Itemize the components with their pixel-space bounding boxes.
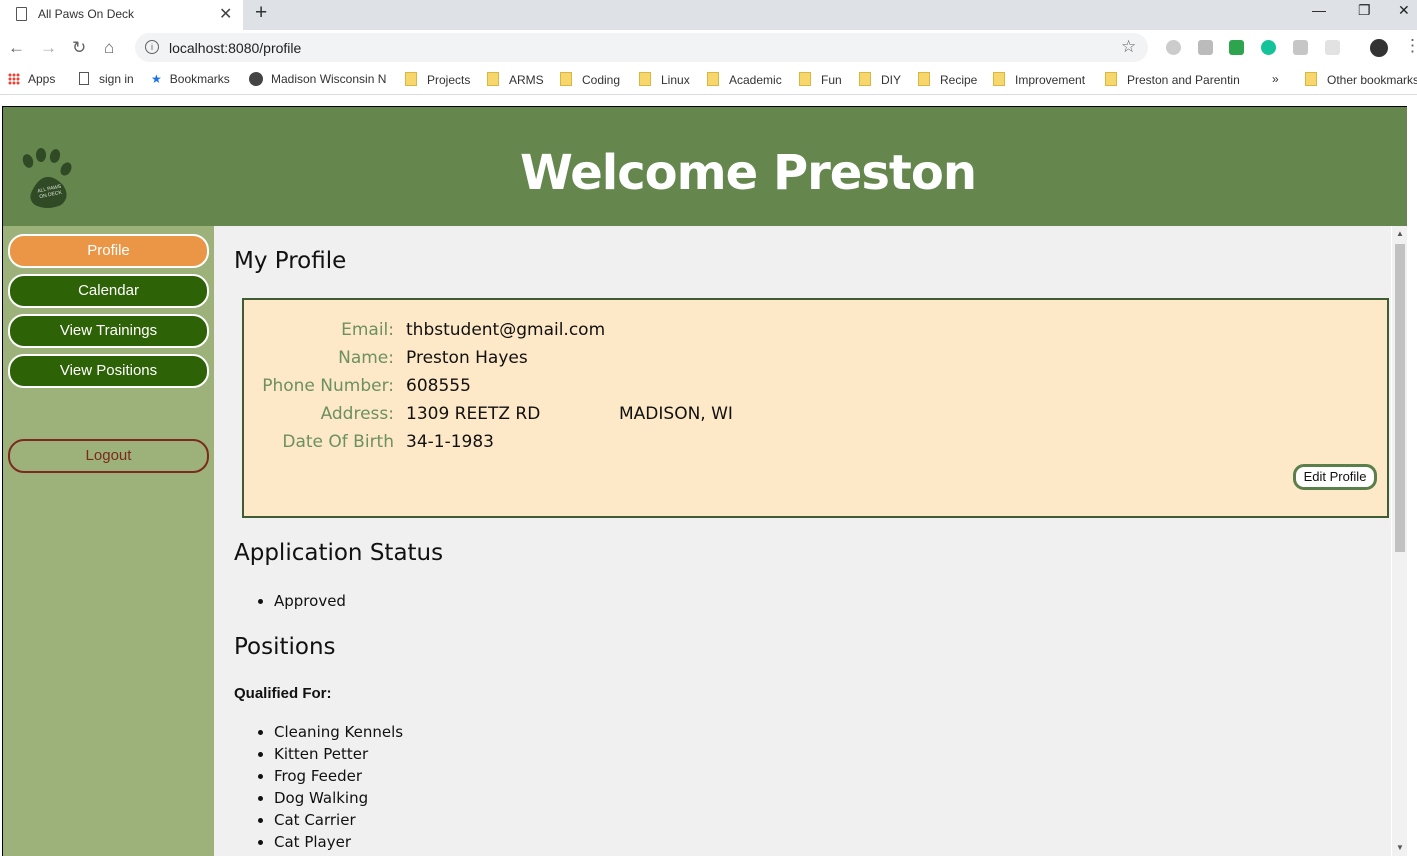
- browser-toolbar: ← → ↻ ⌂ i localhost:8080/profile ☆ ⋮: [0, 30, 1417, 66]
- nav-view-trainings-button[interactable]: View Trainings: [8, 314, 209, 348]
- paw-logo-icon: [22, 148, 72, 208]
- forward-icon[interactable]: →: [40, 38, 57, 58]
- positions-list: Cleaning Kennels Kitten Petter Frog Feed…: [254, 721, 403, 853]
- address-label: Address:: [320, 404, 394, 424]
- folder-icon: [1305, 72, 1317, 86]
- nav-calendar-button[interactable]: Calendar: [8, 274, 209, 308]
- browser-tab[interactable]: All Paws On Deck ✕: [0, 0, 243, 30]
- page-scrollbar[interactable]: ▲ ▼: [1392, 226, 1407, 856]
- bookmark-folder-improvement[interactable]: Improvement: [993, 72, 1085, 87]
- phone-label: Phone Number:: [262, 376, 394, 396]
- application-status-heading: Application Status: [234, 540, 444, 566]
- scroll-up-icon[interactable]: ▲: [1396, 229, 1404, 238]
- qualified-for-label: Qualified For:: [234, 685, 332, 702]
- extension-icon[interactable]: [1198, 40, 1213, 55]
- folder-icon: [487, 72, 499, 86]
- bookmark-folder-diy[interactable]: DIY: [859, 72, 901, 87]
- close-window-icon[interactable]: ✕: [1398, 2, 1410, 19]
- list-item: Kitten Petter: [274, 743, 403, 765]
- restore-icon[interactable]: ❐: [1358, 2, 1371, 19]
- folder-icon: [639, 72, 651, 86]
- list-item: Dog Walking: [274, 787, 403, 809]
- profile-card: Email: thbstudent@gmail.com Name: Presto…: [242, 298, 1389, 518]
- folder-icon: [560, 72, 572, 86]
- back-icon[interactable]: ←: [8, 38, 25, 58]
- reload-icon[interactable]: ↻: [72, 38, 86, 58]
- name-label: Name:: [338, 348, 394, 368]
- extension-icon[interactable]: [1166, 40, 1181, 55]
- address-bar[interactable]: i localhost:8080/profile ☆: [135, 33, 1148, 62]
- profile-avatar[interactable]: [1370, 39, 1388, 57]
- bookmark-folder-coding[interactable]: Coding: [560, 72, 620, 87]
- bookmark-other[interactable]: Other bookmarks: [1305, 72, 1417, 87]
- logout-button[interactable]: Logout: [8, 439, 209, 473]
- star-icon: ★: [151, 72, 162, 86]
- folder-icon: [859, 72, 871, 86]
- tab-title: All Paws On Deck: [38, 7, 135, 21]
- bookmark-folder-recipe[interactable]: Recipe: [918, 72, 977, 87]
- site-info-icon[interactable]: i: [145, 40, 159, 54]
- list-item: Cat Player: [274, 831, 403, 853]
- list-item: Cleaning Kennels: [274, 721, 403, 743]
- welcome-title: Welcome Preston: [519, 145, 977, 201]
- nav-profile-button[interactable]: Profile: [8, 234, 209, 268]
- bookmark-madison[interactable]: Madison Wisconsin N: [249, 72, 386, 86]
- apps-icon: [8, 73, 20, 85]
- bookmark-folder-preston[interactable]: Preston and Parentin: [1105, 72, 1240, 87]
- browser-tabstrip: All Paws On Deck ✕ + — ❐ ✕: [0, 0, 1417, 30]
- my-profile-heading: My Profile: [234, 248, 347, 274]
- main-content: My Profile Email: thbstudent@gmail.com N…: [214, 226, 1391, 856]
- email-value: thbstudent@gmail.com: [406, 320, 606, 340]
- page-icon: [16, 7, 27, 21]
- list-item: Frog Feeder: [274, 765, 403, 787]
- bookmark-apps[interactable]: Apps: [8, 72, 55, 86]
- new-tab-button[interactable]: +: [255, 1, 267, 25]
- extension-icon[interactable]: [1229, 40, 1244, 55]
- dob-value: 34-1-1983: [406, 432, 494, 452]
- bookmark-star-icon[interactable]: ☆: [1121, 37, 1136, 57]
- web-page: ALL PAWS ON DECK Welcome Preston Profile…: [2, 106, 1407, 856]
- bookmark-folder-projects[interactable]: Projects: [405, 72, 470, 87]
- edit-profile-button[interactable]: Edit Profile: [1293, 464, 1377, 490]
- phone-value: 608555: [406, 376, 471, 396]
- application-status-list: Approved: [254, 590, 346, 612]
- bookmark-folder-arms[interactable]: ARMS: [487, 72, 544, 87]
- bookmark-folder-fun[interactable]: Fun: [799, 72, 842, 87]
- name-value: Preston Hayes: [406, 348, 528, 368]
- address-street: 1309 REETZ RD: [406, 404, 541, 424]
- menu-icon[interactable]: ⋮: [1404, 36, 1417, 56]
- url-text: localhost:8080/profile: [169, 40, 302, 56]
- scroll-down-icon[interactable]: ▼: [1396, 843, 1404, 852]
- bookmarks-overflow-icon[interactable]: »: [1272, 72, 1279, 86]
- bookmark-bookmarks[interactable]: ★ Bookmarks: [151, 72, 230, 86]
- list-item: Approved: [274, 590, 346, 612]
- list-item: Cat Carrier: [274, 809, 403, 831]
- folder-icon: [799, 72, 811, 86]
- bookmark-folder-academic[interactable]: Academic: [707, 72, 782, 87]
- scroll-thumb[interactable]: [1395, 244, 1405, 552]
- extension-icon[interactable]: [1293, 40, 1308, 55]
- folder-icon: [1105, 72, 1117, 86]
- folder-icon: [707, 72, 719, 86]
- sidebar-nav: Profile Calendar View Trainings View Pos…: [3, 226, 214, 856]
- bookmark-sign-in[interactable]: sign in: [79, 72, 134, 86]
- positions-heading: Positions: [234, 634, 336, 660]
- page-header: ALL PAWS ON DECK Welcome Preston: [3, 107, 1407, 226]
- extension-icon[interactable]: [1325, 40, 1340, 55]
- bookmark-folder-linux[interactable]: Linux: [639, 72, 690, 87]
- minimize-icon[interactable]: —: [1312, 2, 1326, 18]
- folder-icon: [993, 72, 1005, 86]
- address-city: MADISON, WI: [619, 404, 733, 424]
- bookmarks-bar: Apps sign in ★ Bookmarks Madison Wisconsi…: [0, 66, 1417, 95]
- page-icon: [79, 72, 89, 85]
- site-icon: [249, 72, 263, 86]
- grammarly-icon[interactable]: [1261, 40, 1276, 55]
- tab-close-icon[interactable]: ✕: [219, 4, 232, 24]
- home-icon[interactable]: ⌂: [104, 38, 114, 58]
- nav-view-positions-button[interactable]: View Positions: [8, 354, 209, 388]
- folder-icon: [405, 72, 417, 86]
- dob-label: Date Of Birth: [282, 432, 394, 452]
- email-label: Email:: [341, 320, 394, 340]
- folder-icon: [918, 72, 930, 86]
